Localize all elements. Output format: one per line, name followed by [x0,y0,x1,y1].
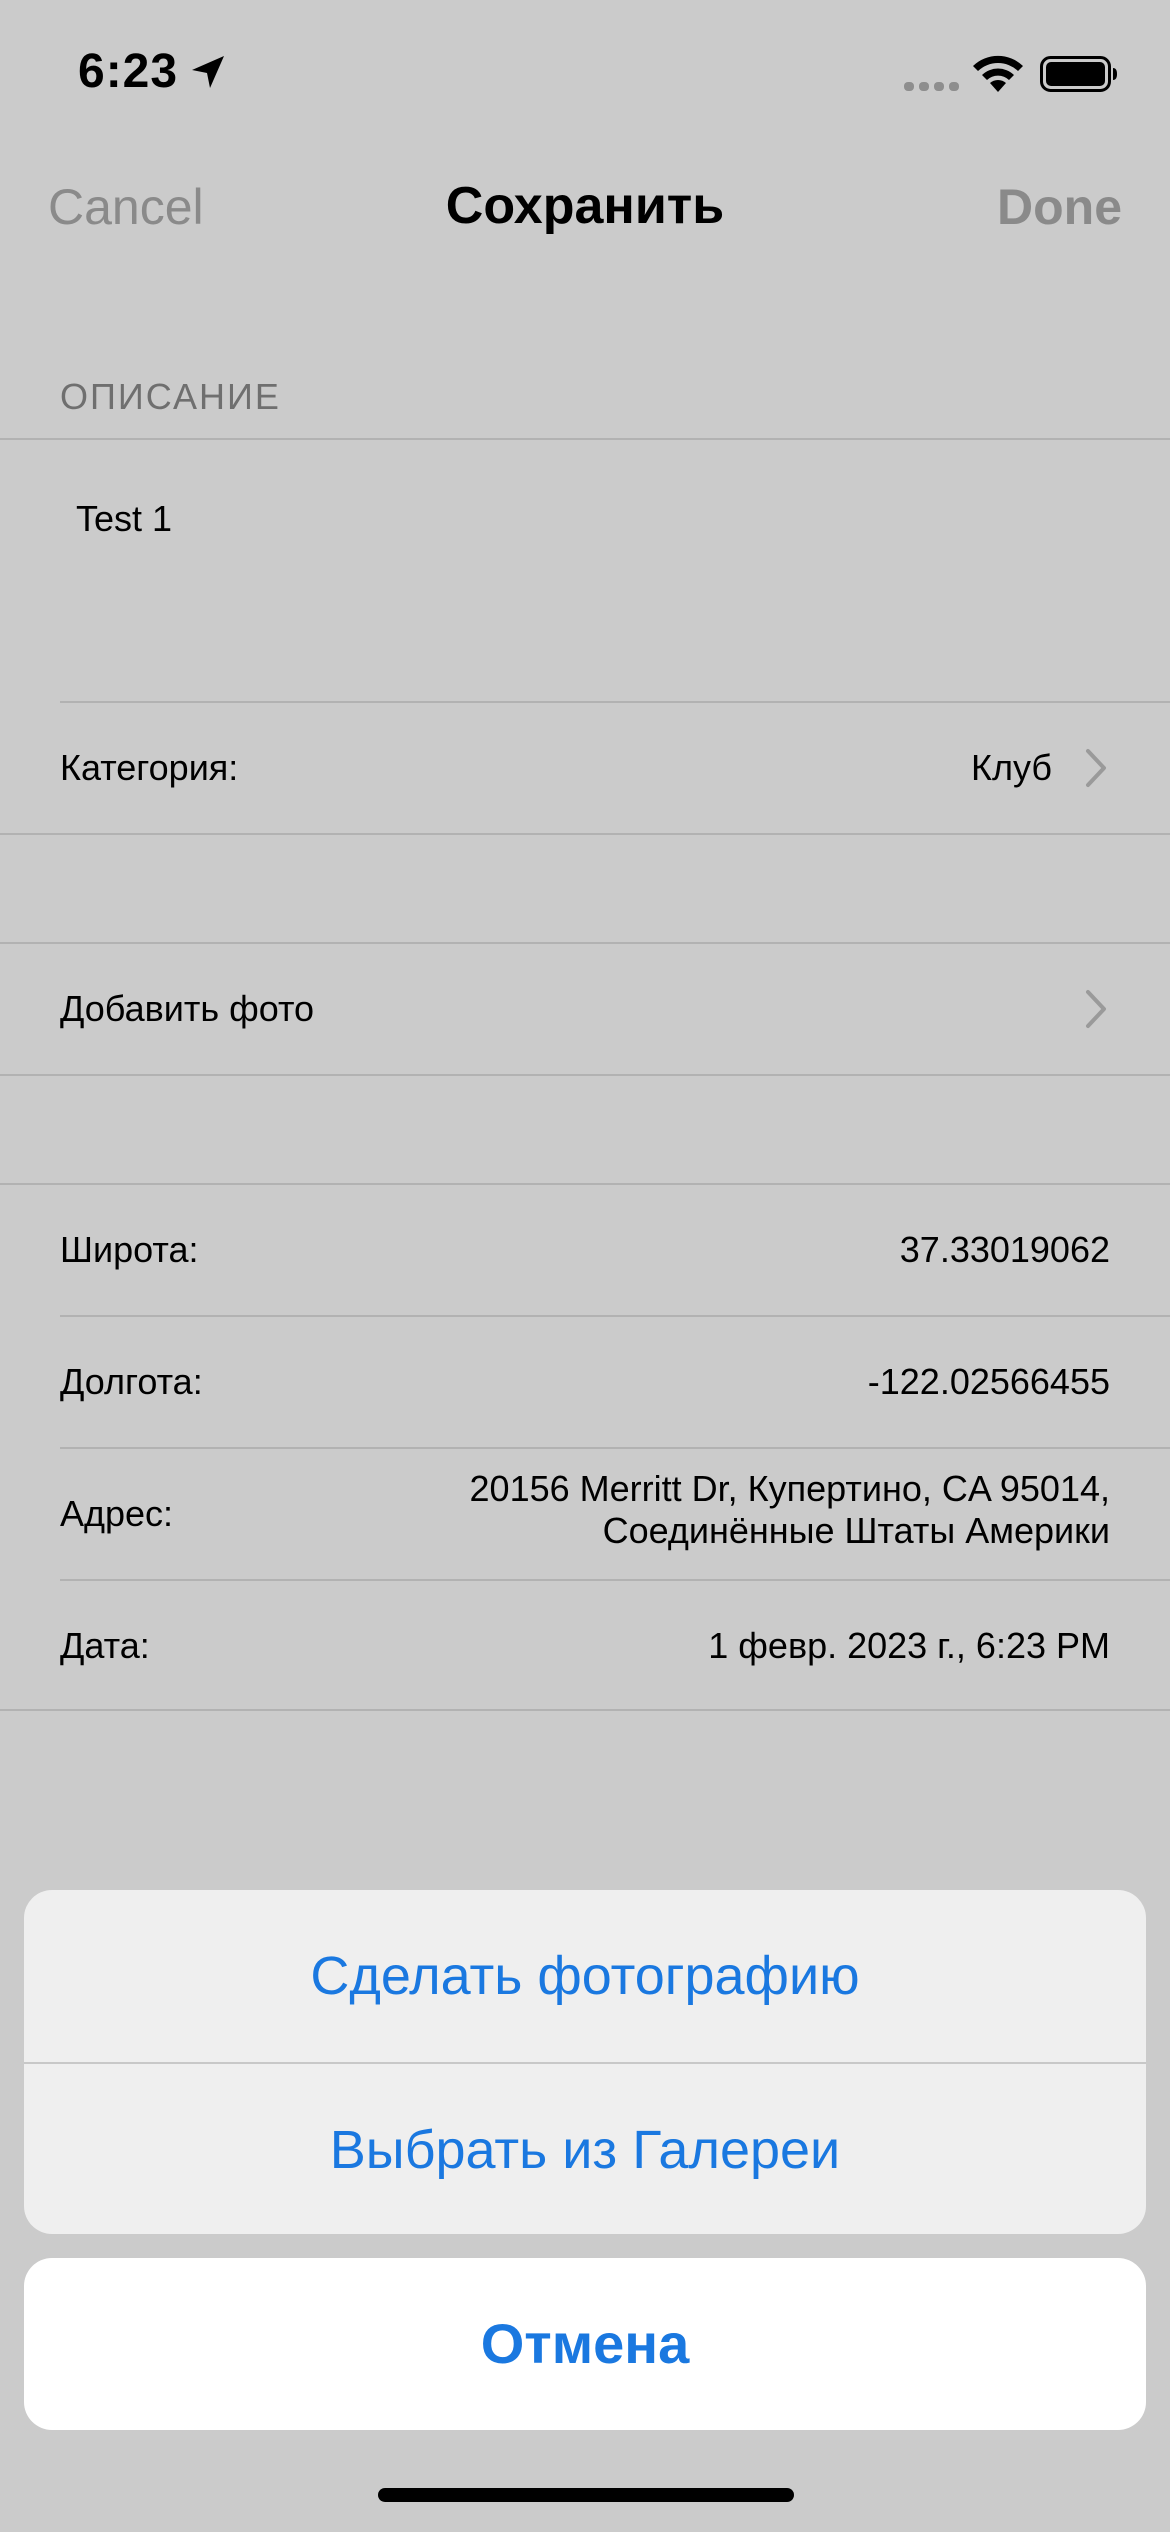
chevron-right-icon [1086,749,1106,787]
latitude-row: Широта: 37.33019062 [0,1185,1170,1315]
category-label: Категория: [60,747,239,788]
choose-from-gallery-button[interactable]: Выбрать из Галереи [24,2064,1146,2234]
chevron-right-icon [1086,990,1106,1028]
battery-icon [1040,56,1117,92]
address-line-1: 20156 Merritt Dr, Купертино, CA 95014, [469,1468,1110,1509]
date-row: Дата: 1 февр. 2023 г., 6:23 PM [0,1581,1170,1711]
add-photo-row[interactable]: Добавить фото [0,944,1170,1074]
action-sheet: Сделать фотографию Выбрать из Галереи [24,1890,1146,2234]
cellular-signal-icon [904,82,959,91]
latitude-value: 37.33019062 [899,1229,1110,1270]
date-label: Дата: [60,1625,150,1666]
add-photo-label: Добавить фото [60,988,315,1029]
divider [0,833,1170,835]
action-sheet-cancel-button[interactable]: Отмена [24,2258,1146,2430]
divider [0,1709,1170,1711]
category-row[interactable]: Категория: Клуб [0,703,1170,833]
address-label: Адрес: [60,1493,174,1534]
description-text-view[interactable]: Test 1 [76,498,172,540]
longitude-label: Долгота: [60,1361,203,1402]
take-photo-button[interactable]: Сделать фотографию [24,1890,1146,2062]
done-button[interactable]: Done [997,178,1122,236]
location-arrow-icon [192,56,224,88]
page-title: Сохранить [445,177,725,235]
home-indicator[interactable] [378,2488,794,2502]
status-time: 6:23 [78,45,179,98]
longitude-value: -122.02566455 [867,1361,1110,1402]
section-header-description: ОПИСАНИЕ [60,376,281,417]
latitude-label: Широта: [60,1229,199,1270]
divider [0,438,1170,440]
status-bar: 6:23 [0,0,1170,150]
address-value: 20156 Merritt Dr, Купертино, CA 95014, С… [470,1468,1110,1552]
category-value: Клуб [971,747,1052,788]
wifi-icon [973,55,1023,92]
longitude-row: Долгота: -122.02566455 [0,1317,1170,1447]
address-line-2: Соединённые Штаты Америки [602,1510,1110,1551]
divider [0,1074,1170,1076]
date-value: 1 февр. 2023 г., 6:23 PM [708,1625,1110,1666]
